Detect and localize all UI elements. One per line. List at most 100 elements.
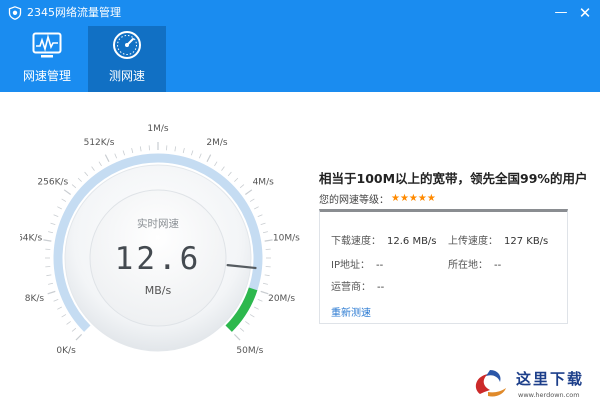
gauge-tick-label: 0K/s: [56, 346, 76, 356]
speed-rating: 您的网速等级： ★★★★★: [319, 188, 436, 206]
minimize-button[interactable]: —: [550, 2, 572, 24]
gauge-tick-label: 1M/s: [147, 124, 169, 134]
rating-label: 您的网速等级：: [319, 195, 389, 206]
gauge-tick: [239, 184, 245, 189]
title-bar: 2345网络流量管理 — ✕: [0, 0, 600, 26]
upload-speed: 上传速度： 127 KB/s: [448, 232, 548, 247]
gauge-tick: [131, 148, 134, 154]
gauge-tick: [174, 146, 177, 152]
gauge-tick: [98, 161, 102, 167]
gauge-tick: [206, 154, 212, 163]
gauge-tick: [264, 274, 270, 277]
gauge-tick: [260, 222, 266, 226]
gauge-tick: [47, 290, 56, 295]
download-speed-value: 12.6 MB/s: [387, 236, 437, 247]
gauge-tick-label: 4M/s: [253, 178, 275, 188]
gauge-tick: [257, 214, 263, 218]
upload-speed-label: 上传速度：: [448, 236, 498, 247]
gauge-tick-label: 50M/s: [236, 346, 263, 356]
gauge-tick: [84, 171, 89, 177]
gauge-tick: [114, 153, 118, 159]
gauge-tick: [66, 321, 71, 325]
gauge-tick: [71, 327, 77, 332]
gauge-tick: [91, 166, 95, 171]
download-speed-label: 下载速度：: [331, 236, 381, 247]
watermark-text: 这里下载: [516, 370, 584, 388]
ip-address-value: --: [375, 260, 384, 271]
tab-speed-test-label: 测网速: [108, 69, 145, 83]
gauge-tick: [249, 314, 255, 318]
tab-speed-test[interactable]: 测网速: [88, 26, 166, 92]
gauge-tick: [48, 282, 54, 285]
gauge-tick: [63, 189, 71, 196]
gauge-tick: [249, 198, 255, 202]
gauge-tick-label: 256K/s: [37, 178, 68, 188]
location-label: 所在地：: [448, 260, 488, 271]
gauge-tick: [233, 333, 241, 341]
gauge-tick-label: 64K/s: [20, 234, 42, 244]
gauge-speed-value: 12.6: [115, 241, 202, 277]
gauge-tick: [262, 231, 268, 234]
tab-network-management-label: 网速管理: [22, 69, 71, 83]
tab-network-management[interactable]: 网速管理: [3, 26, 91, 92]
gauge-speed-unit: MB/s: [145, 284, 172, 297]
gauge-tick: [57, 206, 62, 210]
monitor-wave-icon: [32, 32, 62, 58]
speed-gauge: 0K/s 8K/s 64K/s 256K/s 512K/s 1M/s 2M/s 4M/s 10M…: [20, 124, 300, 356]
download-speed: 下载速度： 12.6 MB/s: [331, 232, 437, 247]
gauge-tick: [190, 150, 194, 156]
gauge-tick: [262, 282, 268, 285]
gauge-tick: [234, 177, 239, 182]
gauge-tick-label: 10M/s: [273, 234, 300, 244]
site-watermark: 这里下载 www.herdown.com: [475, 370, 584, 399]
location-value: --: [494, 260, 502, 271]
gauge-tick: [53, 298, 59, 302]
ip-address-label: IP地址：: [331, 260, 370, 271]
gauge-tick: [122, 150, 126, 156]
gauge-center-label: 实时网速: [137, 217, 179, 230]
gauge-tick-label: 2M/s: [206, 138, 228, 148]
gauge-tick: [182, 148, 185, 154]
gauge-tick-label: 20M/s: [268, 294, 295, 304]
gauge-tick: [139, 146, 142, 152]
isp-value: --: [377, 282, 385, 293]
gauge-tick: [77, 177, 82, 182]
location: 所在地： --: [448, 256, 501, 271]
gauge-tick: [50, 222, 56, 226]
close-button[interactable]: ✕: [574, 2, 596, 24]
gauge-tick: [245, 189, 253, 196]
gauge-tick-label: 512K/s: [84, 138, 115, 148]
top-bar: 2345网络流量管理 — ✕ 网速管理 测网速: [0, 0, 600, 92]
retest-link[interactable]: 重新测速: [331, 304, 371, 319]
gauge-tick: [254, 306, 259, 310]
isp-label: 运营商：: [331, 282, 371, 293]
gauge-tick: [104, 154, 110, 163]
gauge-tick: [57, 306, 62, 310]
ip-address: IP地址： --: [331, 256, 383, 271]
upload-speed-value: 127 KB/s: [504, 236, 549, 247]
result-panel: 下载速度： 12.6 MB/s 上传速度： 127 KB/s IP地址： -- 所在地…: [319, 209, 568, 324]
gauge-tick: [75, 333, 83, 341]
gauge-tick: [221, 166, 225, 171]
swirl-logo-icon: [475, 370, 506, 397]
gauge-tick-label: 8K/s: [25, 294, 45, 304]
speedometer-icon: [113, 31, 141, 59]
gauge-tick: [227, 171, 232, 177]
shield-logo-icon: [8, 6, 22, 20]
gauge-tick: [53, 214, 59, 218]
app-title: 2345网络流量管理: [27, 6, 121, 19]
gauge-tick: [254, 206, 259, 210]
gauge-tick: [264, 239, 273, 242]
gauge-tick: [43, 239, 52, 242]
gauge-tick: [239, 327, 245, 332]
gauge-tick: [61, 314, 67, 318]
gauge-tick: [48, 231, 54, 234]
gauge-tick: [214, 161, 218, 167]
gauge-tick: [257, 298, 263, 302]
rating-stars-icon: ★★★★★: [391, 193, 436, 204]
gauge-tick: [61, 198, 67, 202]
gauge-tick: [46, 274, 52, 277]
result-headline: 相当于100M以上的宽带，领先全国99%的用户: [319, 171, 588, 186]
gauge-tick: [198, 153, 202, 159]
gauge-tick: [245, 321, 250, 325]
